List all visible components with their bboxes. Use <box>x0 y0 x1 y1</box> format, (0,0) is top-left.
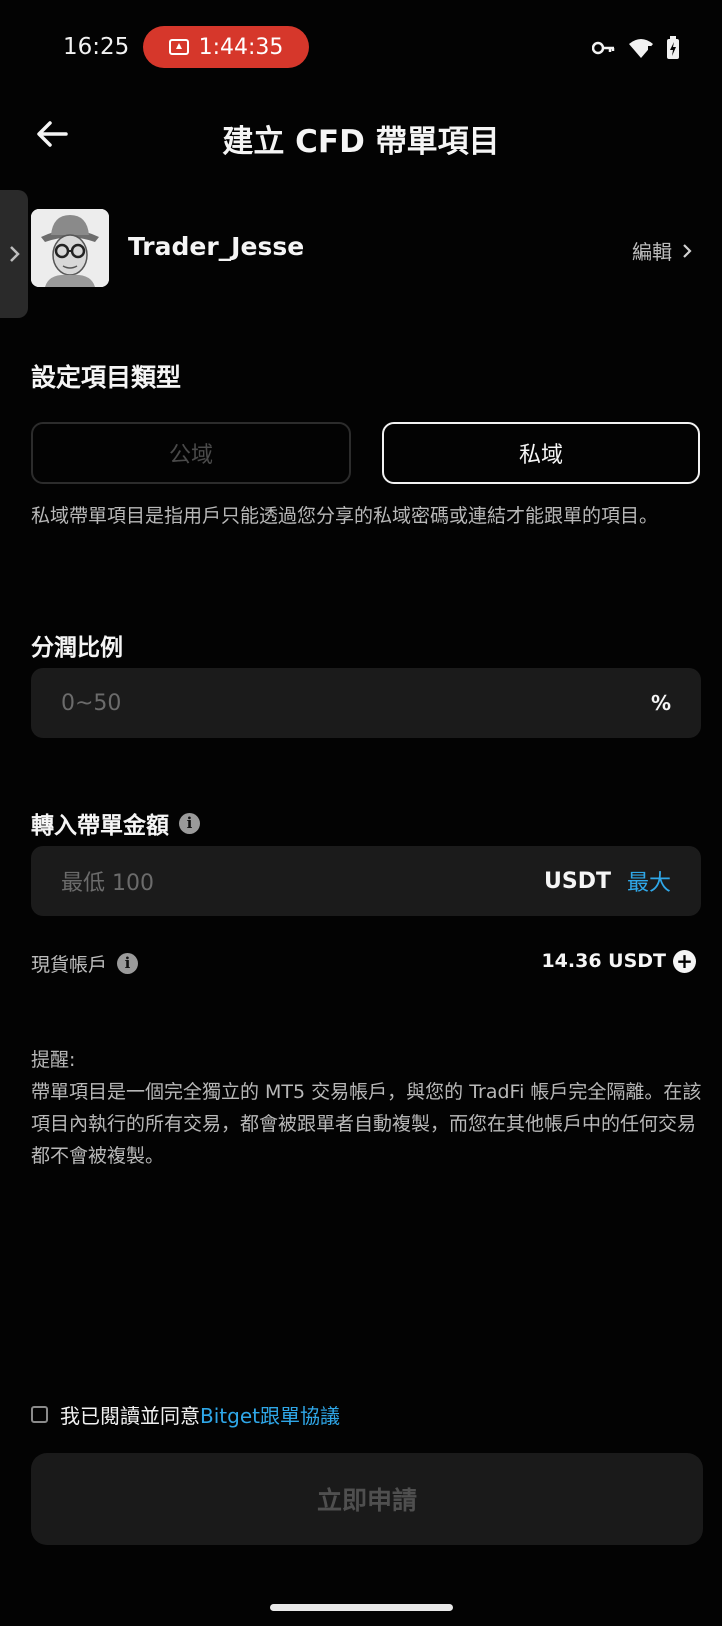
screen-record-icon <box>168 39 189 55</box>
transfer-amount-input[interactable]: 最低 100 USDT 最大 <box>31 846 701 916</box>
transfer-amount-header: 轉入帶單金額 i <box>31 806 200 840</box>
profit-share-placeholder: 0~50 <box>61 690 122 716</box>
edit-profile-link[interactable]: 編輯 <box>632 236 692 265</box>
battery-icon <box>667 36 679 59</box>
side-drawer-tab[interactable] <box>0 190 28 318</box>
username: Trader_Jesse <box>128 232 305 261</box>
type-private-button[interactable]: 私域 <box>382 422 700 484</box>
usdt-unit: USDT <box>544 868 611 894</box>
spot-account-label-row: 現貨帳戶 i <box>31 950 139 977</box>
home-indicator <box>270 1604 453 1611</box>
transfer-amount-label: 轉入帶單金額 <box>31 813 169 839</box>
reminder-block: 提醒: 帶單項目是一個完全獨立的 MT5 交易帳戶，與您的 TradFi 帳戶完… <box>31 1044 703 1172</box>
chevron-right-icon <box>683 243 692 258</box>
agreement-link[interactable]: Bitget跟單協議 <box>200 1400 340 1429</box>
recording-timer: 1:44:35 <box>198 34 284 60</box>
chevron-right-icon <box>10 246 20 262</box>
profit-share-label: 分潤比例 <box>31 635 123 661</box>
profit-share-input[interactable]: 0~50 % <box>31 668 701 738</box>
type-public-button[interactable]: 公域 <box>31 422 351 484</box>
edit-label: 編輯 <box>632 240 672 264</box>
reminder-title: 提醒: <box>31 1049 76 1071</box>
submit-button[interactable]: 立即申請 <box>31 1453 703 1545</box>
spot-account-balance: 14.36 USDT <box>541 950 666 972</box>
agreement-text: 我已閱讀並同意 <box>60 1404 200 1428</box>
reminder-text: 帶單項目是一個完全獨立的 MT5 交易帳戶，與您的 TradFi 帳戶完全隔離。… <box>31 1081 702 1167</box>
page-title: 建立 CFD 帶單項目 <box>222 124 500 160</box>
project-type-description: 私域帶單項目是指用戶只能透過您分享的私域密碼或連結才能跟單的項目。 <box>31 505 659 527</box>
wifi-icon <box>629 39 653 58</box>
add-funds-button[interactable]: + <box>673 950 696 973</box>
info-icon[interactable]: i <box>179 812 200 834</box>
project-type-title: 設定項目類型 <box>31 363 182 392</box>
agreement-row: 我已閱讀並同意 Bitget跟單協議 <box>31 1400 340 1429</box>
screen-recording-pill[interactable]: 1:44:35 <box>143 26 309 68</box>
status-time: 16:25 <box>63 34 130 60</box>
info-icon[interactable]: i <box>117 953 139 974</box>
status-icons <box>592 36 680 60</box>
agreement-checkbox[interactable] <box>31 1406 48 1423</box>
max-button[interactable]: 最大 <box>627 865 671 897</box>
avatar <box>31 209 109 287</box>
key-icon <box>592 41 615 55</box>
percent-unit: % <box>650 691 671 715</box>
spot-account-label: 現貨帳戶 <box>31 954 108 976</box>
transfer-amount-placeholder: 最低 100 <box>61 871 154 896</box>
